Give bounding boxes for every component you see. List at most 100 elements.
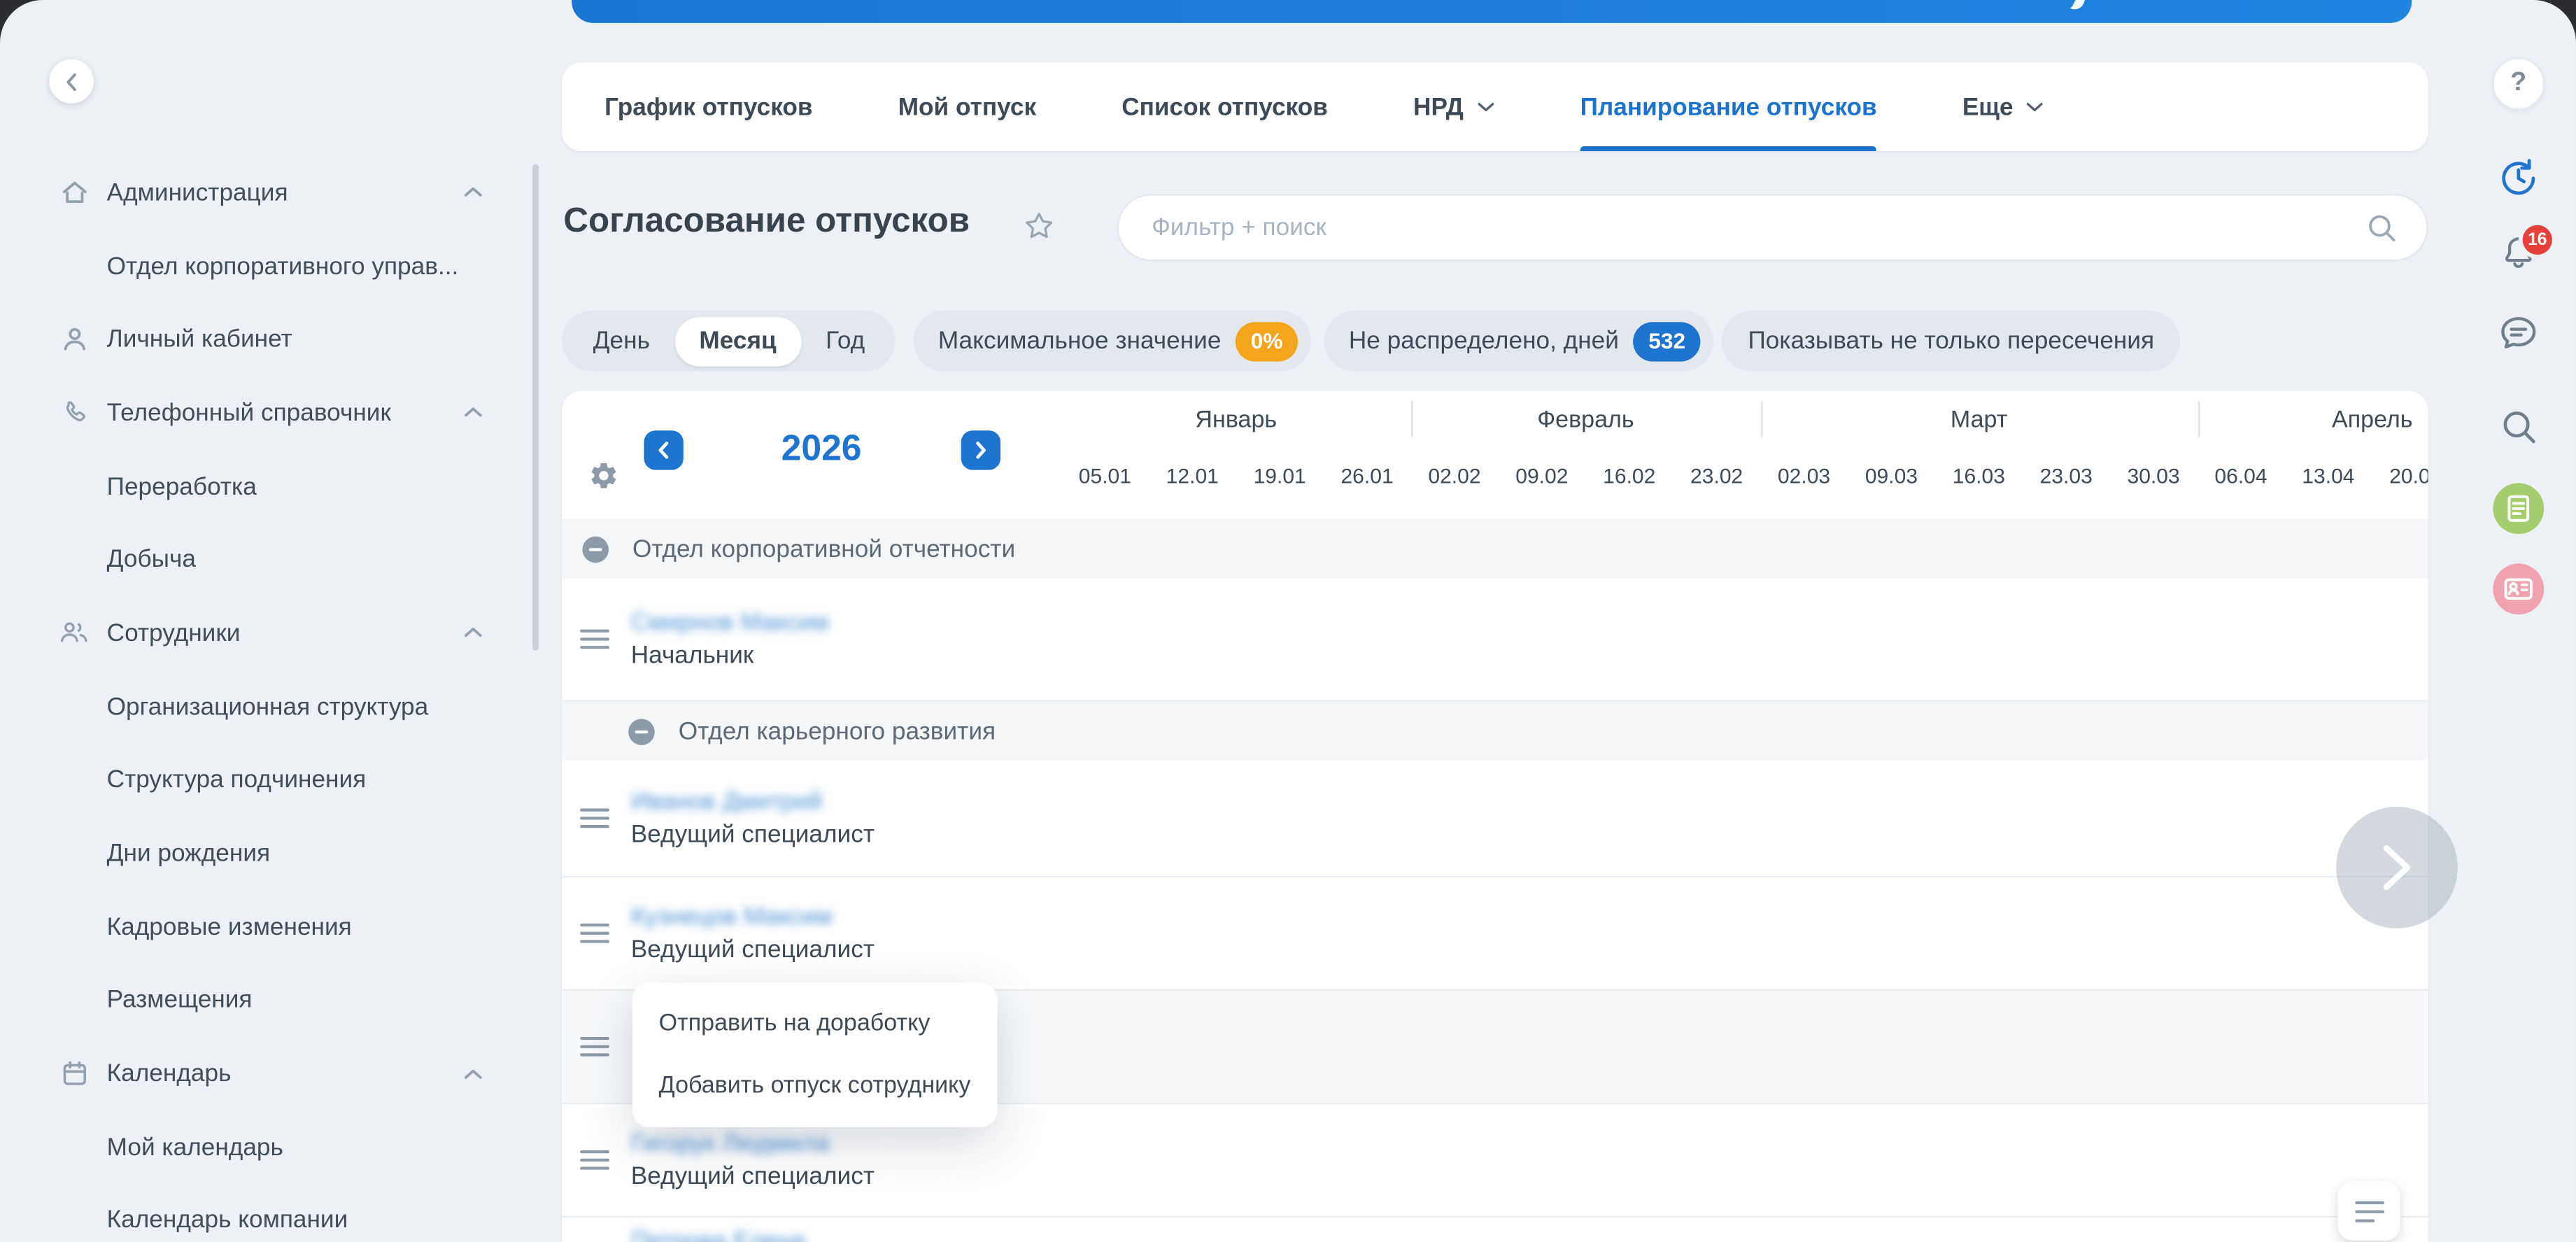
right-toolbar: ? 16	[2471, 0, 2566, 1242]
sidebar-item-employees[interactable]: Сотрудники	[0, 597, 532, 670]
filter-search-bar	[1117, 194, 2428, 261]
year-next-button[interactable]	[961, 430, 1000, 470]
employee-name-link[interactable]: Кузнецов Максим	[631, 903, 875, 931]
sidebar-item-pererabotka[interactable]: Переработка	[0, 450, 532, 523]
app-window: Администрация Отдел корпоративного управ…	[0, 0, 2576, 1242]
sidebar-item-label: Структура подчинения	[107, 766, 367, 794]
group-label: Отдел карьерного развития	[679, 717, 996, 745]
sidebar-item-label: Отдел корпоративного управ...	[107, 253, 459, 281]
chevron-down-icon	[1477, 100, 1495, 113]
max-value-chip[interactable]: Максимальное значение 0%	[914, 311, 1311, 372]
gantt-rows: Отдел корпоративной отчетности Смирнов М…	[562, 519, 2428, 1242]
tab-vacation-list[interactable]: Список отпусков	[1079, 62, 1371, 151]
sidebar-item-placements[interactable]: Размещения	[0, 964, 532, 1037]
sidebar-item-administration[interactable]: Администрация	[0, 156, 532, 230]
drag-handle-icon[interactable]	[580, 922, 609, 945]
sidebar-item-org-structure[interactable]: Организационная структура	[0, 670, 532, 744]
chevron-up-icon	[463, 407, 483, 420]
tab-label: График отпусков	[604, 93, 812, 121]
sidebar-item-dobycha[interactable]: Добыча	[0, 523, 532, 597]
scroll-right-button[interactable]	[2336, 807, 2458, 929]
drag-handle-icon[interactable]	[580, 1148, 609, 1171]
sidebar-item-label: Дни рождения	[107, 840, 270, 868]
screen: Администрация Отдел корпоративного управ…	[0, 0, 2576, 1242]
employee-role: Ведущий специалист	[631, 1162, 875, 1190]
tab-more[interactable]: Еще	[1920, 62, 2088, 151]
employee-row: Иванов Дмитрий Ведущий специалист	[562, 761, 2428, 877]
chat-icon[interactable]	[2497, 312, 2540, 355]
sidebar-collapse-button[interactable]	[49, 59, 93, 104]
department-group-row[interactable]: Отдел карьерного развития	[562, 702, 2428, 761]
gear-icon[interactable]	[588, 460, 620, 491]
employee-row: Смирнов Максим Начальник	[562, 579, 2428, 702]
tab-my-vacation[interactable]: Мой отпуск	[856, 62, 1080, 151]
history-icon[interactable]	[2496, 156, 2540, 200]
sidebar: Администрация Отдел корпоративного управ…	[0, 0, 546, 1242]
menu-item-send-for-revision[interactable]: Отправить на доработку	[632, 992, 997, 1054]
employee-row: Кузнецов Максим Ведущий специалист	[562, 877, 2428, 991]
sidebar-item-label: Личный кабинет	[107, 325, 292, 353]
sidebar-item-label: Календарь	[107, 1060, 232, 1088]
favorite-star-icon[interactable]	[1022, 209, 1056, 251]
sidebar-item-personal-cabinet[interactable]: Личный кабинет	[0, 303, 532, 376]
sidebar-item-calendar[interactable]: Календарь	[0, 1037, 532, 1110]
sidebar-item-my-calendar[interactable]: Мой календарь	[0, 1110, 532, 1184]
list-view-button[interactable]	[2337, 1181, 2400, 1241]
search-input[interactable]	[1148, 212, 2365, 244]
sidebar-item-company-calendar[interactable]: Календарь компании	[0, 1184, 532, 1242]
sidebar-item-hr-changes[interactable]: Кадровые изменения	[0, 890, 532, 964]
drag-handle-icon[interactable]	[580, 628, 609, 651]
max-value-label: Максимальное значение	[938, 327, 1222, 355]
green-app-icon[interactable]	[2493, 483, 2544, 534]
tab-vacation-schedule[interactable]: График отпусков	[562, 62, 856, 151]
search-icon[interactable]	[2365, 212, 2397, 244]
employee-name-link[interactable]: Иванов Дмитрий	[631, 788, 875, 816]
sidebar-item-label: Календарь компании	[107, 1207, 348, 1235]
person-icon	[59, 325, 89, 354]
sidebar-item-phone-directory[interactable]: Телефонный справочник	[0, 376, 532, 450]
collapse-minus-icon[interactable]	[628, 717, 656, 745]
date-cell: 09.02	[1498, 450, 1585, 499]
drag-handle-icon[interactable]	[580, 1035, 609, 1058]
sidebar-item-label: Телефонный справочник	[107, 399, 391, 427]
unallocated-days-chip[interactable]: Не распределено, дней 532	[1324, 311, 1713, 372]
pink-app-icon[interactable]	[2493, 563, 2544, 614]
year-label: 2026	[684, 428, 959, 470]
sidebar-menu: Администрация Отдел корпоративного управ…	[0, 156, 532, 1242]
tab-label: Список отпусков	[1121, 93, 1328, 121]
year-prev-button[interactable]	[644, 430, 683, 470]
drag-handle-icon[interactable]	[580, 807, 609, 830]
employee-name-link[interactable]: Петрова Елена	[631, 1227, 805, 1242]
date-cell: 16.02	[1585, 450, 1673, 499]
toolbar-search-icon[interactable]	[2500, 407, 2538, 445]
tab-nrd[interactable]: НРД	[1371, 62, 1538, 151]
view-day-button[interactable]: День	[568, 316, 674, 365]
tab-vacation-planning[interactable]: Планирование отпусков	[1538, 62, 1920, 151]
sidebar-scrollbar[interactable]	[532, 164, 539, 651]
month-april: Апрель	[2198, 391, 2428, 451]
sidebar-item-label: Мой календарь	[107, 1134, 283, 1162]
date-cell: 19.01	[1236, 450, 1324, 499]
people-icon	[59, 619, 89, 648]
view-month-button[interactable]: Месяц	[674, 316, 801, 365]
show-intersections-chip[interactable]: Показывать не только пересечения	[1722, 311, 2181, 372]
date-cell: 23.02	[1673, 450, 1760, 499]
sidebar-item-corp-governance[interactable]: Отдел корпоративного управ...	[0, 230, 532, 303]
sidebar-item-label: Сотрудники	[107, 619, 241, 647]
help-button[interactable]: ?	[2492, 57, 2545, 110]
collapse-minus-icon[interactable]	[581, 535, 609, 563]
view-year-button[interactable]: Год	[801, 316, 890, 365]
page-title: Согласование отпусков	[563, 202, 970, 241]
view-switcher: День Месяц Год	[562, 311, 896, 372]
month-february: Февраль	[1411, 391, 1761, 451]
department-group-row[interactable]: Отдел корпоративной отчетности	[562, 519, 2428, 579]
notifications-bell-icon[interactable]: 16	[2498, 233, 2539, 274]
menu-item-add-vacation[interactable]: Добавить отпуск сотруднику	[632, 1055, 997, 1117]
employee-name-link[interactable]: Смирнов Максим	[631, 609, 829, 637]
sidebar-item-subordination[interactable]: Структура подчинения	[0, 744, 532, 817]
tab-label: Мой отпуск	[898, 93, 1036, 121]
date-cell: 23.03	[2023, 450, 2110, 499]
tab-label: Планирование отпусков	[1580, 93, 1877, 121]
employee-name-link[interactable]: Гигорук Людмила	[631, 1129, 875, 1157]
sidebar-item-birthdays[interactable]: Дни рождения	[0, 817, 532, 890]
